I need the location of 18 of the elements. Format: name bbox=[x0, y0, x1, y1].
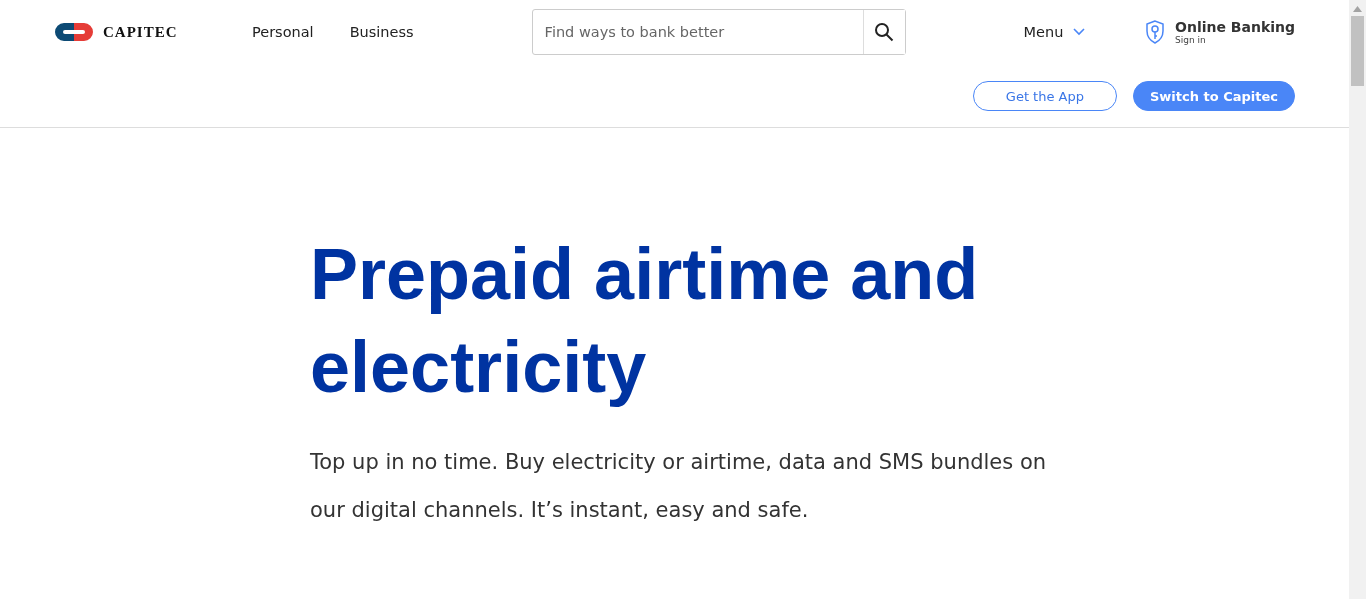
search-icon bbox=[874, 22, 895, 42]
scrollbar-thumb[interactable] bbox=[1351, 16, 1364, 86]
shield-key-icon bbox=[1145, 20, 1165, 44]
hero-text: Top up in no time. Buy electricity or airtime, data and SMS bundles on our digital channels. It’s instant, easy and safe. bbox=[310, 449, 1048, 524]
scrollbar[interactable] bbox=[1349, 0, 1366, 599]
search-button[interactable] bbox=[862, 10, 905, 54]
scroll-up-icon[interactable] bbox=[1353, 6, 1362, 12]
chevron-down-icon bbox=[1073, 28, 1086, 36]
menu-button[interactable]: Menu bbox=[1023, 24, 1086, 40]
nav-link[interactable]: Business bbox=[349, 24, 414, 40]
get-app-button[interactable]: Get the App bbox=[972, 81, 1117, 111]
hero-title: Prepaid airtime and electricity bbox=[310, 233, 980, 409]
online-banking-link[interactable]: Online Banking bbox=[1175, 19, 1295, 35]
logo-wordmark[interactable]: CAPITEC bbox=[103, 23, 178, 41]
logo-icon bbox=[55, 23, 93, 41]
sign-in-label[interactable]: Sign in bbox=[1175, 35, 1295, 45]
search-field[interactable]: Find ways to bank better bbox=[531, 9, 906, 55]
nav-link[interactable]: Personal bbox=[252, 24, 314, 40]
